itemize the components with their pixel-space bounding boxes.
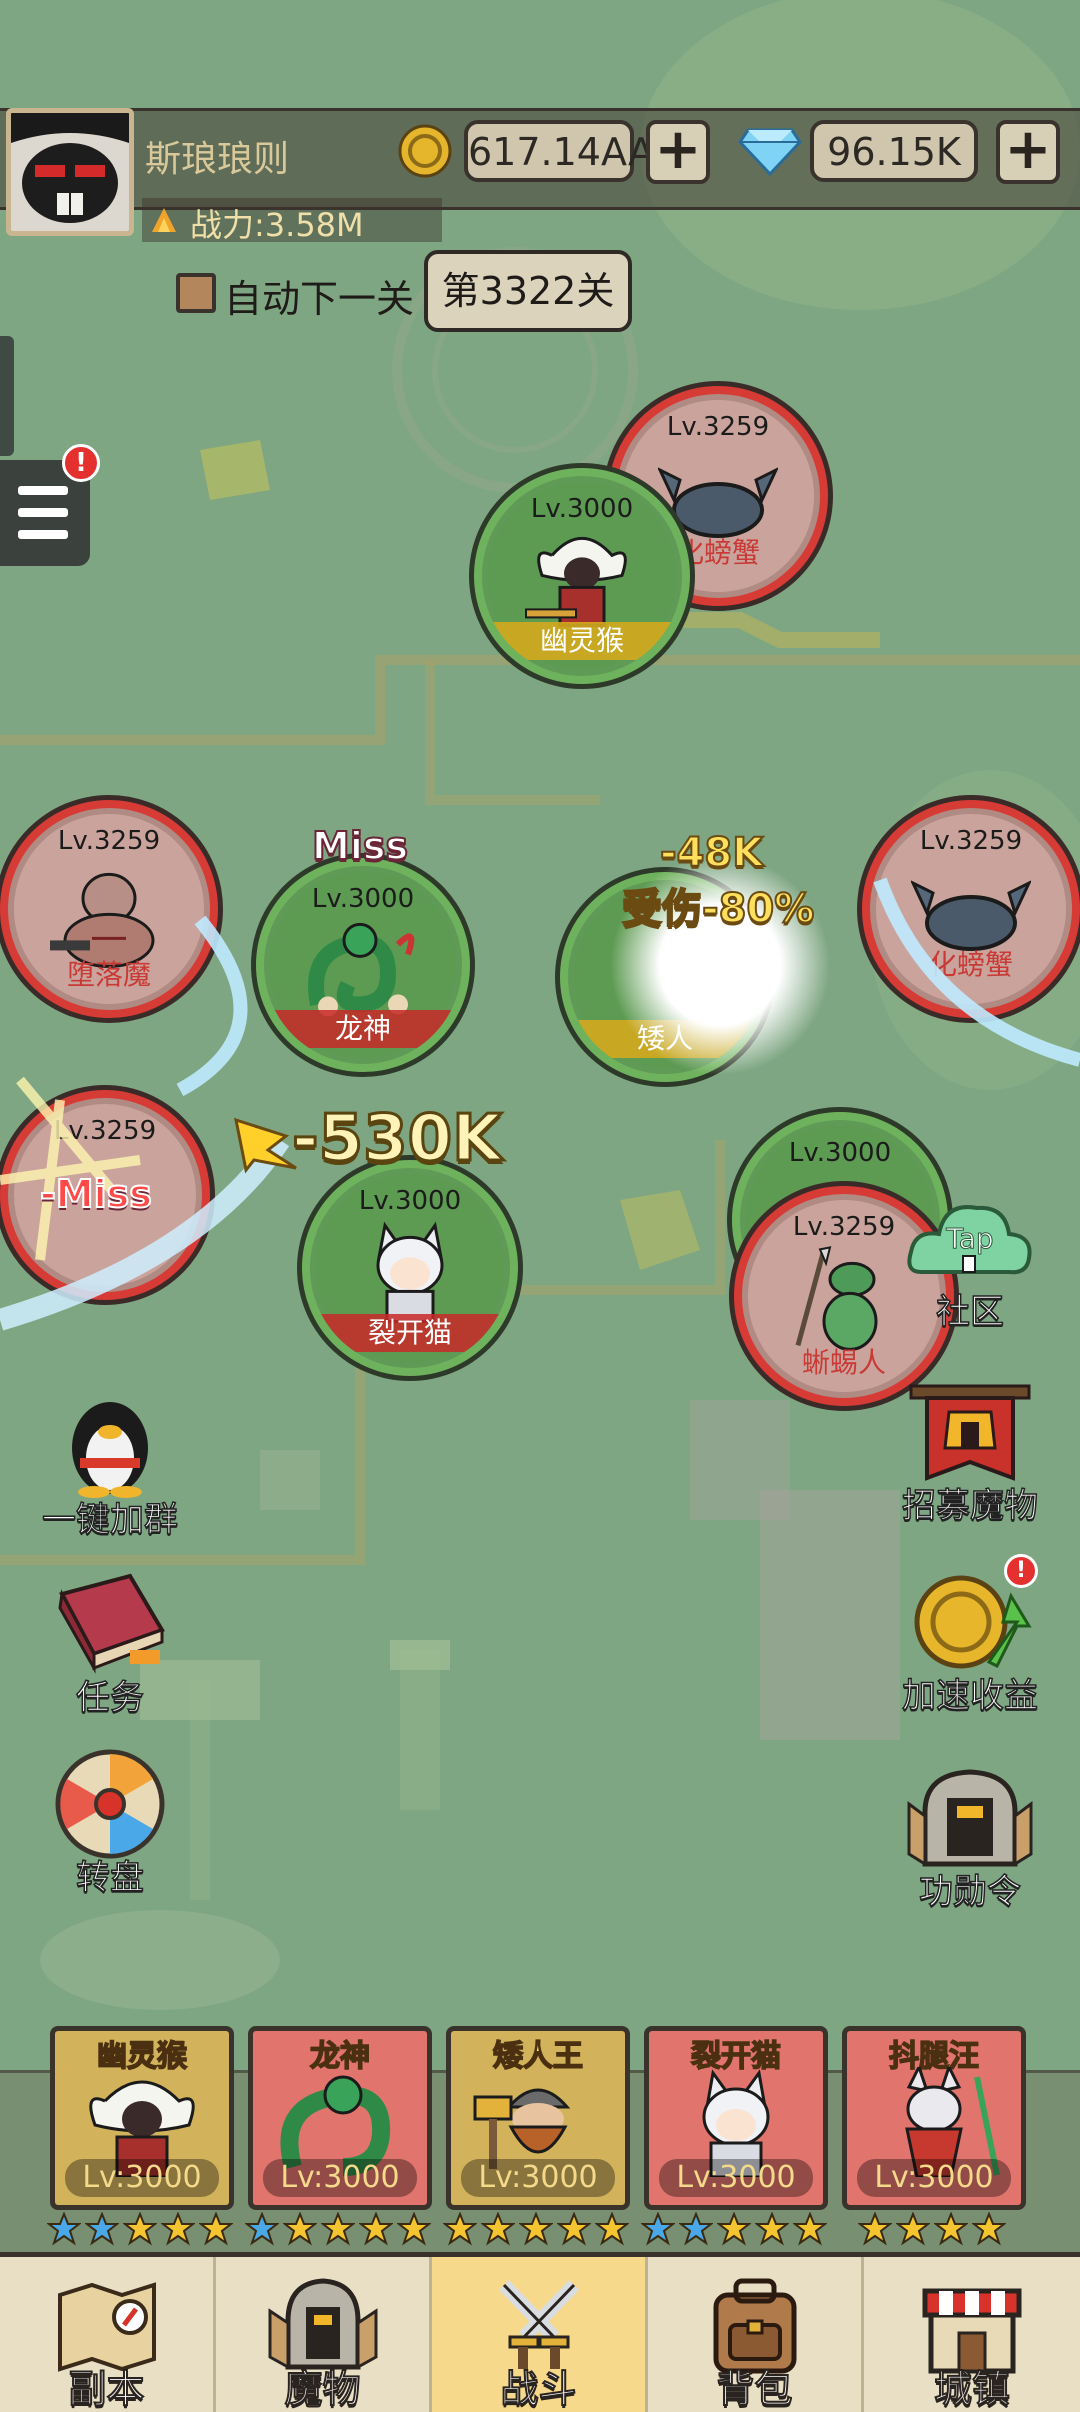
nav-backpack[interactable]: 背包 — [648, 2257, 864, 2412]
miss-text: -Miss — [39, 1171, 153, 1217]
damage-text-large: -530K — [291, 1101, 504, 1178]
book-icon — [58, 1573, 165, 1674]
community-label: 社区 — [935, 1291, 1005, 1333]
hero-level: Lv:3000 — [857, 2159, 1011, 2197]
join-group-label: 一键加群 — [41, 1499, 179, 1541]
hero-card-dragon-god[interactable]: 龙神 Lv:3000 — [248, 2026, 432, 2210]
gold-star-icon — [123, 2212, 157, 2246]
boost-income-label: 加速收益 — [901, 1675, 1039, 1717]
banner-helmet-icon — [909, 1384, 1031, 1481]
spark-effect — [0, 1076, 141, 1261]
gold-star-icon — [199, 2212, 233, 2246]
gold-star-icon — [755, 2212, 789, 2246]
gold-star-icon — [443, 2212, 477, 2246]
gold-star-icon — [481, 2212, 515, 2246]
gold-star-icon — [321, 2212, 355, 2246]
hero-card-shaking-dog[interactable]: 抖腿汪 Lv:3000 — [842, 2026, 1026, 2210]
gold-star-icon — [896, 2212, 930, 2246]
hero-card-ghost-monkey[interactable]: 幽灵猴 Lv:3000 — [50, 2026, 234, 2210]
gold-star-icon — [934, 2212, 968, 2246]
gold-star-icon — [717, 2212, 751, 2246]
knight-helmet-icon — [907, 1769, 1033, 1867]
tasks-button[interactable]: 任务 — [40, 1570, 180, 1720]
blue-star-icon — [245, 2212, 279, 2246]
hero-level: Lv:3000 — [659, 2159, 813, 2197]
gold-star-icon — [397, 2212, 431, 2246]
gold-star-icon — [161, 2212, 195, 2246]
nav-monsters[interactable]: 魔物 — [216, 2257, 432, 2412]
gold-star-icon — [519, 2212, 553, 2246]
blue-star-icon — [85, 2212, 119, 2246]
recruit-button[interactable]: 招募魔物 — [900, 1382, 1040, 1532]
wheel-button[interactable]: 转盘 — [40, 1746, 180, 1899]
gold-star-icon — [595, 2212, 629, 2246]
merit-pass-label: 功勋令 — [918, 1871, 1022, 1913]
merit-pass-button[interactable]: 功勋令 — [900, 1764, 1040, 1914]
blue-star-icon — [641, 2212, 675, 2246]
boost-income-button[interactable]: 加速收益 — [900, 1566, 1040, 1717]
gold-star-icon — [858, 2212, 892, 2246]
community-button[interactable]: Tap 社区 — [900, 1196, 1040, 1336]
boost-alert-badge: ! — [1004, 1554, 1038, 1588]
gold-star-icon — [557, 2212, 591, 2246]
hero-level: Lv:3000 — [263, 2159, 417, 2197]
nav-dungeon[interactable]: 副本 — [0, 2257, 216, 2412]
nav-label: 副本 — [67, 2366, 145, 2412]
hero-level: Lv:3000 — [65, 2159, 219, 2197]
gold-star-icon — [359, 2212, 393, 2246]
game-screen: 斯琅琅则 617.14AA + 96.15K + 战力:3.58M 自动下一关 … — [0, 0, 1080, 2412]
hero-card-dwarf-king[interactable]: 矮人王 Lv:3000 — [446, 2026, 630, 2210]
wheel-label: 转盘 — [75, 1857, 145, 1899]
gold-star-icon — [283, 2212, 317, 2246]
nav-label: 战斗 — [499, 2366, 577, 2412]
damage-text: -48K — [659, 829, 764, 877]
recruit-label: 招募魔物 — [901, 1485, 1039, 1527]
nav-label: 魔物 — [283, 2366, 361, 2412]
gold-star-icon — [793, 2212, 827, 2246]
nav-battle[interactable]: 战斗 — [432, 2257, 648, 2412]
nav-town[interactable]: 城镇 — [864, 2257, 1080, 2412]
nav-label: 城镇 — [933, 2366, 1011, 2412]
tap-label: Tap — [946, 1222, 994, 1256]
blue-star-icon — [47, 2212, 81, 2246]
bottom-navigation: 副本 魔物 战斗 背包 城镇 — [0, 2252, 1080, 2412]
debuff-text: 受伤-80% — [621, 885, 815, 933]
tasks-label: 任务 — [75, 1677, 145, 1719]
join-group-button[interactable]: 一键加群 — [40, 1388, 180, 1541]
gold-star-icon — [972, 2212, 1006, 2246]
slash-effect — [176, 915, 248, 1097]
slash-effect — [873, 877, 1080, 1067]
hero-level: Lv:3000 — [461, 2159, 615, 2197]
penguin-icon — [72, 1402, 148, 1498]
nav-label: 背包 — [715, 2366, 793, 2412]
spin-wheel-icon — [55, 1749, 165, 1859]
hero-card-split-cat[interactable]: 裂开猫 Lv:3000 — [644, 2026, 828, 2210]
blue-star-icon — [679, 2212, 713, 2246]
miss-text: Miss — [311, 823, 409, 869]
